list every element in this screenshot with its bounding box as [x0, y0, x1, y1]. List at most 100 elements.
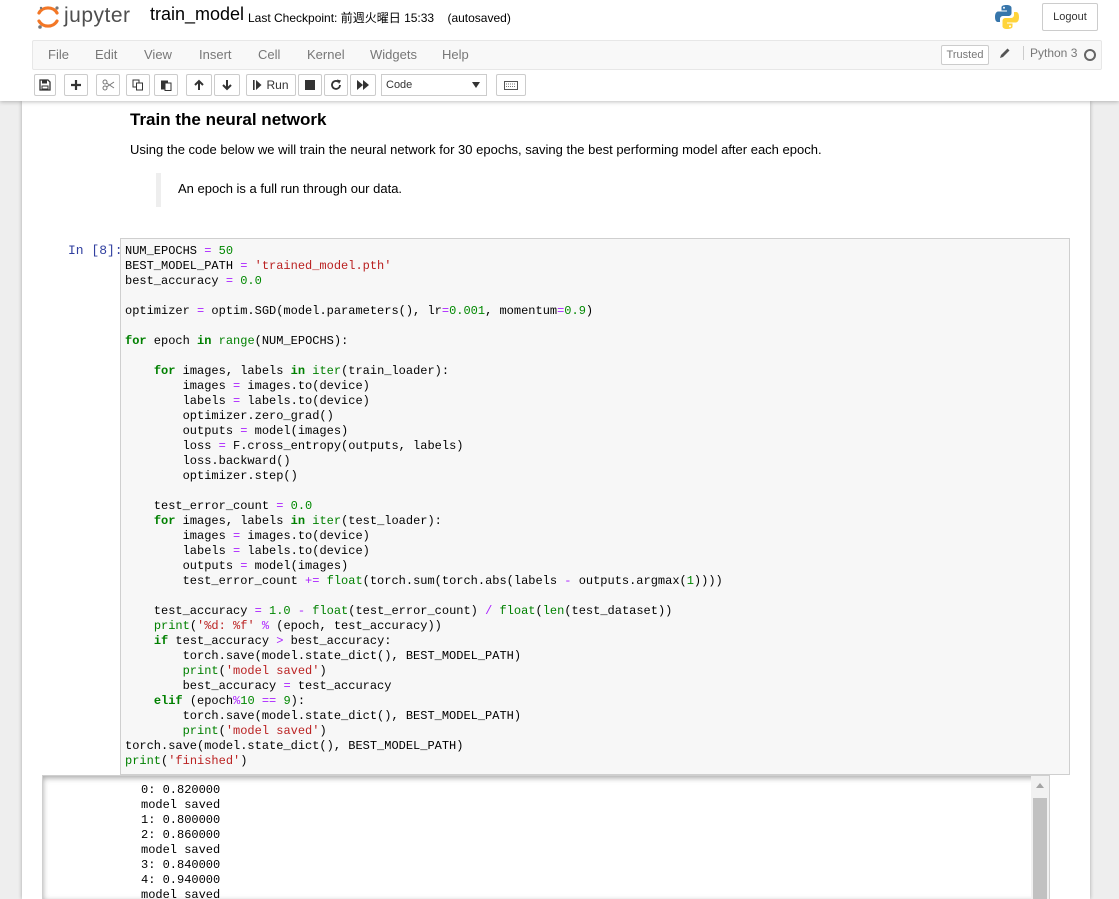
- code-line[interactable]: optimizer = optim.SGD(model.parameters()…: [125, 304, 593, 318]
- code-line[interactable]: optimizer.step(): [125, 469, 298, 483]
- output-line: 2: 0.860000: [141, 828, 221, 842]
- paste-button[interactable]: [154, 74, 178, 96]
- kernel-idle-icon: [1084, 49, 1096, 61]
- input-prompt: In [8]:: [68, 243, 123, 258]
- checkpoint-time: 前週火曜日 15:33: [340, 11, 435, 25]
- checkpoint-label: Last Checkpoint:: [248, 11, 338, 25]
- markdown-heading: Train the neural network: [130, 110, 327, 129]
- code-line[interactable]: print('finished'): [125, 754, 247, 768]
- output-scrollbar[interactable]: [1031, 776, 1049, 899]
- code-line[interactable]: print('model saved'): [125, 724, 327, 738]
- python-logo-icon: [993, 3, 1021, 34]
- code-line[interactable]: elif (epoch%10 == 9):: [125, 694, 305, 708]
- code-line[interactable]: images = images.to(device): [125, 379, 370, 393]
- code-line[interactable]: outputs = model(images): [125, 424, 349, 438]
- restart-icon: [331, 79, 341, 90]
- scrollbar-thumb[interactable]: [1033, 798, 1047, 899]
- cut-icon: [102, 79, 114, 91]
- output-line: 3: 0.840000: [141, 858, 221, 872]
- save-button[interactable]: [34, 74, 56, 96]
- restart-button[interactable]: [324, 74, 348, 96]
- code-line[interactable]: labels = labels.to(device): [125, 544, 370, 558]
- paste-icon: [161, 80, 172, 91]
- scroll-up-icon[interactable]: [1036, 783, 1044, 788]
- checkpoint-status: Last Checkpoint: 前週火曜日 15:33 (autosaved): [248, 9, 511, 26]
- menu-file[interactable]: File: [48, 47, 69, 62]
- chevron-down-icon: [472, 82, 480, 88]
- code-source[interactable]: NUM_EPOCHS = 50 BEST_MODEL_PATH = 'train…: [121, 239, 1069, 769]
- menu-kernel[interactable]: Kernel: [307, 47, 345, 62]
- output-line: 4: 0.940000: [141, 873, 221, 887]
- kernel-name[interactable]: Python 3: [1023, 46, 1077, 60]
- code-line[interactable]: outputs = model(images): [125, 559, 349, 573]
- code-line[interactable]: loss = F.cross_entropy(outputs, labels): [125, 439, 464, 453]
- copy-button[interactable]: [126, 74, 150, 96]
- code-line[interactable]: BEST_MODEL_PATH = 'trained_model.pth': [125, 259, 391, 273]
- jupyter-logo-icon: [37, 6, 59, 29]
- output-line: model saved: [141, 843, 221, 857]
- code-line[interactable]: print('model saved'): [125, 664, 327, 678]
- menubar: File Edit View Insert Cell Kernel Widget…: [32, 40, 1102, 70]
- code-line[interactable]: torch.save(model.state_dict(), BEST_MODE…: [125, 709, 521, 723]
- code-line[interactable]: test_error_count += float(torch.sum(torc…: [125, 574, 723, 588]
- code-line[interactable]: NUM_EPOCHS = 50: [125, 244, 233, 258]
- save-icon: [39, 79, 51, 91]
- code-line[interactable]: best_accuracy = 0.0: [125, 274, 262, 288]
- interrupt-button[interactable]: [298, 74, 322, 96]
- insert-cell-button[interactable]: [64, 74, 88, 96]
- output-line: 0: 0.820000: [141, 783, 221, 797]
- logo-text: jupyter: [64, 4, 131, 27]
- code-line[interactable]: test_error_count = 0.0: [125, 499, 312, 513]
- code-line[interactable]: for images, labels in iter(train_loader)…: [125, 364, 449, 378]
- code-line[interactable]: test_accuracy = 1.0 - float(test_error_c…: [125, 604, 673, 618]
- output-line: model saved: [141, 798, 221, 812]
- logout-button[interactable]: Logout: [1042, 3, 1098, 31]
- move-up-button[interactable]: [186, 74, 212, 96]
- cut-button[interactable]: [96, 74, 120, 96]
- run-button[interactable]: Run: [246, 74, 296, 96]
- menu-edit[interactable]: Edit: [95, 47, 117, 62]
- code-line[interactable]: torch.save(model.state_dict(), BEST_MODE…: [125, 739, 463, 753]
- arrow-up-icon: [194, 79, 204, 90]
- step-forward-icon: [253, 80, 262, 90]
- stop-icon: [305, 80, 315, 90]
- pencil-icon[interactable]: [999, 47, 1011, 62]
- restart-run-all-button[interactable]: [350, 74, 376, 96]
- code-line[interactable]: images = images.to(device): [125, 529, 370, 543]
- trusted-badge[interactable]: Trusted: [941, 45, 989, 65]
- menu-widgets[interactable]: Widgets: [370, 47, 417, 62]
- code-line[interactable]: print('%d: %f' % (epoch, test_accuracy)): [125, 619, 442, 633]
- code-line[interactable]: optimizer.zero_grad(): [125, 409, 334, 423]
- code-line[interactable]: best_accuracy = test_accuracy: [125, 679, 392, 693]
- menu-help[interactable]: Help: [442, 47, 469, 62]
- menu-insert[interactable]: Insert: [199, 47, 232, 62]
- header: jupyter train_model Last Checkpoint: 前週火…: [0, 0, 1119, 101]
- code-line[interactable]: for epoch in range(NUM_EPOCHS):: [125, 334, 348, 348]
- output-line: model saved: [141, 888, 221, 899]
- notebook-container: Train the neural network Using the code …: [22, 101, 1090, 899]
- autosave-status: (autosaved): [447, 11, 511, 25]
- cell-type-select[interactable]: Code: [381, 74, 487, 96]
- code-line[interactable]: labels = labels.to(device): [125, 394, 370, 408]
- code-line[interactable]: for images, labels in iter(test_loader):: [125, 514, 442, 528]
- menu-view[interactable]: View: [144, 47, 172, 62]
- code-line[interactable]: torch.save(model.state_dict(), BEST_MODE…: [125, 649, 521, 663]
- copy-icon: [132, 79, 143, 91]
- code-line[interactable]: if test_accuracy > best_accuracy:: [125, 634, 392, 648]
- command-palette-button[interactable]: [496, 74, 526, 96]
- arrow-down-icon: [222, 80, 232, 91]
- plus-icon: [71, 80, 81, 90]
- output-line: 1: 0.800000: [141, 813, 221, 827]
- keyboard-icon: [504, 80, 518, 90]
- code-line[interactable]: loss.backward(): [125, 454, 291, 468]
- menu-cell[interactable]: Cell: [258, 47, 280, 62]
- run-label: Run: [266, 78, 289, 92]
- jupyter-logo[interactable]: jupyter: [36, 4, 130, 30]
- cell-type-value: Code: [386, 79, 413, 91]
- markdown-blockquote: An epoch is a full run through our data.: [156, 173, 402, 207]
- move-down-button[interactable]: [214, 74, 240, 96]
- notebook-title[interactable]: train_model: [150, 4, 244, 25]
- code-cell-editor[interactable]: NUM_EPOCHS = 50 BEST_MODEL_PATH = 'train…: [120, 238, 1070, 775]
- output-area[interactable]: 0: 0.820000 model saved 1: 0.800000 2: 0…: [42, 775, 1050, 899]
- blockquote-text: An epoch is a full run through our data.: [178, 181, 403, 196]
